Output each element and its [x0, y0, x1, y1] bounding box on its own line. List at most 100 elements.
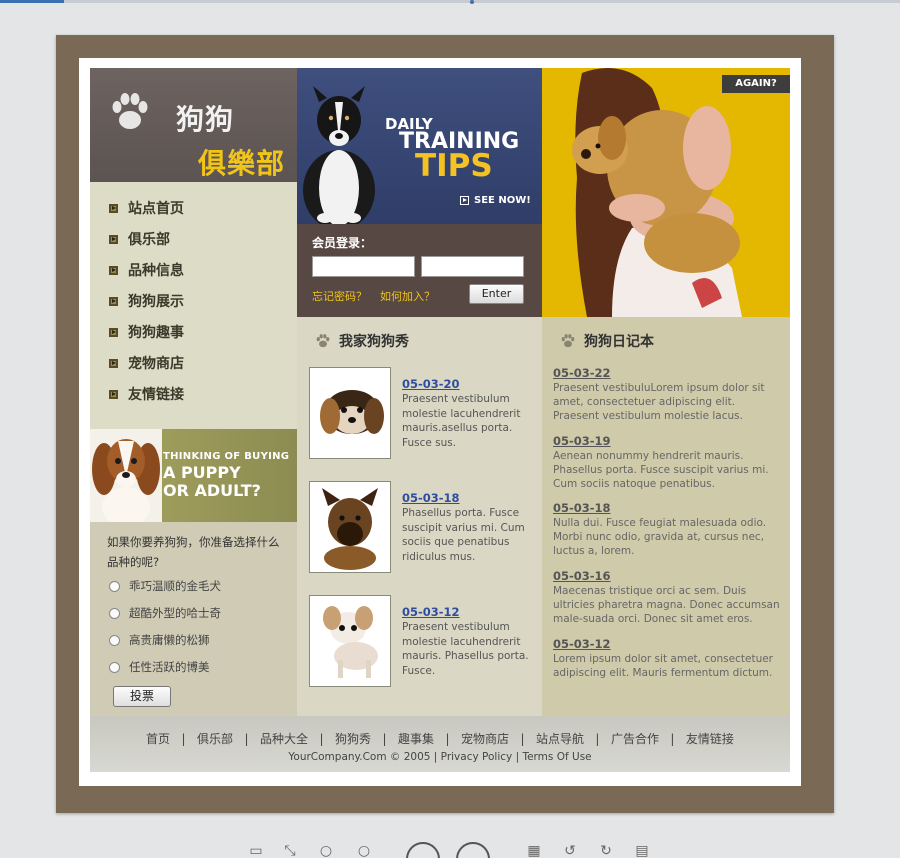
nav-item-gallery[interactable]: 狗狗展示: [109, 291, 184, 311]
radio-button[interactable]: [109, 661, 120, 673]
site-logo[interactable]: 狗狗 俱樂部: [90, 68, 297, 182]
again-badge[interactable]: AGAIN?: [722, 75, 790, 93]
dogshow-item: 05-03-12 Praesent vestibulum molestie la…: [309, 595, 534, 690]
nav-bullet-icon: [109, 203, 118, 213]
tips-title-text: TIPS: [415, 148, 493, 184]
footer-copyright: YourCompany.Com © 2005 | Privacy Policy …: [288, 751, 592, 763]
footer-separator: |: [173, 732, 194, 746]
expand-icon[interactable]: ⤡: [280, 843, 300, 858]
how-to-join-link[interactable]: 如何加入？: [380, 288, 435, 304]
delete-icon[interactable]: ▤: [632, 843, 652, 858]
poll-option[interactable]: 乖巧温顺的金毛犬: [109, 577, 221, 595]
nav-bullet-icon: [109, 265, 118, 275]
window-top-border: [0, 0, 900, 4]
diary-date-link[interactable]: 05-03-19: [553, 435, 783, 448]
grid-icon[interactable]: ▦: [524, 843, 544, 858]
my-dog-show-section: 我家狗狗秀 05-03-20 Praesent vestibulum moles…: [297, 317, 542, 716]
dogshow-text: Phasellus porta. Fusce suscipit varius m…: [402, 507, 525, 563]
footer-separator: |: [437, 732, 458, 746]
nav-item-label: 狗狗趣事: [128, 325, 184, 341]
previous-button[interactable]: [406, 842, 440, 858]
diary-entry: 05-03-18 Nulla dui. Fusce feugiat malesu…: [553, 502, 783, 558]
dog-diary-section: 狗狗日记本 05-03-22 Praesent vestibuluLorem i…: [542, 317, 790, 716]
spaniel-puppy-image: [90, 429, 162, 522]
footer-separator: |: [374, 732, 395, 746]
nav-item-links[interactable]: 友情链接: [109, 384, 184, 404]
footer-link-ads[interactable]: 广告合作: [611, 732, 659, 746]
poll-option-label: 高贵庸懒的松狮: [129, 633, 210, 647]
enter-button[interactable]: Enter: [469, 284, 524, 304]
footer-link-club[interactable]: 俱乐部: [197, 732, 233, 746]
radio-button[interactable]: [109, 580, 120, 592]
left-nav: 站点首页 俱乐部 品种信息 狗狗展示 狗狗趣事 宠物商店 友情链接: [90, 182, 297, 429]
nav-item-funny[interactable]: 狗狗趣事: [109, 322, 184, 342]
nav-bullet-icon: [109, 234, 118, 244]
website-preview-frame: 狗狗 俱樂部 站点首页 俱乐部 品种信息 狗狗展示 狗狗趣事 宠物商店 友情链接…: [56, 35, 834, 813]
diary-text: Praesent vestibuluLorem ipsum dolor sit …: [553, 382, 765, 422]
dogshow-date-link[interactable]: 05-03-20: [402, 377, 460, 391]
breed-poll: 如果你要养狗狗，你准备选择什么品种的呢? 乖巧温顺的金毛犬 超酷外型的哈士奇 高…: [90, 522, 297, 716]
poll-option[interactable]: 高贵庸懒的松狮: [109, 631, 210, 649]
diary-text: Lorem ipsum dolor sit amet, consectetuer…: [553, 653, 773, 679]
footer-link-shop[interactable]: 宠物商店: [461, 732, 509, 746]
poll-option[interactable]: 超酷外型的哈士奇: [109, 604, 221, 622]
rotate-left-icon[interactable]: ↺: [560, 843, 580, 858]
forgot-password-link[interactable]: 忘记密码？: [312, 288, 367, 304]
next-button[interactable]: [456, 842, 490, 858]
diary-date-link[interactable]: 05-03-16: [553, 570, 783, 583]
password-input[interactable]: [421, 256, 524, 277]
footer-separator: |: [311, 732, 332, 746]
nav-bullet-icon: [109, 389, 118, 399]
footer-link-home[interactable]: 首页: [146, 732, 170, 746]
girl-with-puppy-photo: AGAIN?: [542, 68, 790, 317]
footer-links: 首页 | 俱乐部 | 品种大全 | 狗狗秀 | 趣事集 | 宠物商店 | 站点导…: [90, 730, 790, 747]
dog-thumbnail[interactable]: [309, 367, 391, 459]
radio-button[interactable]: [109, 634, 120, 646]
diary-date-link[interactable]: 05-03-22: [553, 367, 783, 380]
nav-item-home[interactable]: 站点首页: [109, 198, 184, 218]
login-title: 会员登录：: [312, 236, 373, 250]
paw-icon: [561, 334, 575, 348]
footer-link-friends[interactable]: 友情链接: [686, 732, 734, 746]
dogshow-date-link[interactable]: 05-03-12: [402, 605, 460, 619]
radio-button[interactable]: [109, 607, 120, 619]
vote-button[interactable]: 投票: [113, 686, 171, 707]
poll-option[interactable]: 任性活跃的博美: [109, 658, 210, 676]
nav-item-shop[interactable]: 宠物商店: [109, 353, 184, 373]
top-accent-dot: [470, 0, 474, 4]
dogshow-date-link[interactable]: 05-03-18: [402, 491, 460, 505]
footer-link-dogshow[interactable]: 狗狗秀: [335, 732, 371, 746]
diary-date-link[interactable]: 05-03-18: [553, 502, 783, 515]
username-input[interactable]: [312, 256, 415, 277]
see-now-link[interactable]: SEE NOW!: [460, 195, 531, 206]
viewer-toolbar: ▭ ⤡ ○ ○ ▦ ↺ ↻ ▤: [0, 838, 900, 858]
diary-heading: 狗狗日记本: [560, 331, 654, 351]
footer-link-funny[interactable]: 趣事集: [398, 732, 434, 746]
dogshow-title: 我家狗狗秀: [339, 334, 409, 350]
footer-link-breeds[interactable]: 品种大全: [260, 732, 308, 746]
banner-line1: THINKING OF BUYING: [163, 451, 290, 462]
footer-link-sitemap[interactable]: 站点导航: [536, 732, 584, 746]
rotate-right-icon[interactable]: ↻: [596, 843, 616, 858]
diary-date-link[interactable]: 05-03-12: [553, 638, 783, 651]
play-arrow-icon: [460, 196, 469, 205]
logo-text-club: 俱樂部: [198, 147, 286, 180]
daily-training-tips-banner[interactable]: DAILY TRAINING TIPS SEE NOW!: [297, 68, 542, 224]
puppy-or-adult-banner[interactable]: THINKING OF BUYING A PUPPY OR ADULT?: [90, 429, 297, 522]
zoom-in-icon[interactable]: ○: [316, 843, 336, 858]
nav-item-breeds[interactable]: 品种信息: [109, 260, 184, 280]
zoom-out-icon[interactable]: ○: [354, 843, 374, 858]
fit-icon[interactable]: ▭: [246, 843, 266, 858]
dogshow-text: Praesent vestibulum molestie lacuhendrer…: [402, 621, 529, 677]
dogshow-item: 05-03-20 Praesent vestibulum molestie la…: [309, 367, 534, 462]
paw-icon: [316, 334, 330, 348]
diary-entry: 05-03-22 Praesent vestibuluLorem ipsum d…: [553, 367, 783, 423]
dog-thumbnail[interactable]: [309, 595, 391, 687]
nav-item-label: 宠物商店: [128, 356, 184, 372]
footer-separator: |: [587, 732, 608, 746]
nav-item-club[interactable]: 俱乐部: [109, 229, 170, 249]
diary-entry: 05-03-19 Aenean nonummy hendrerit mauris…: [553, 435, 783, 491]
dog-thumbnail[interactable]: [309, 481, 391, 573]
nav-item-label: 狗狗展示: [128, 294, 184, 310]
logo-text-dog: 狗狗: [176, 103, 235, 136]
